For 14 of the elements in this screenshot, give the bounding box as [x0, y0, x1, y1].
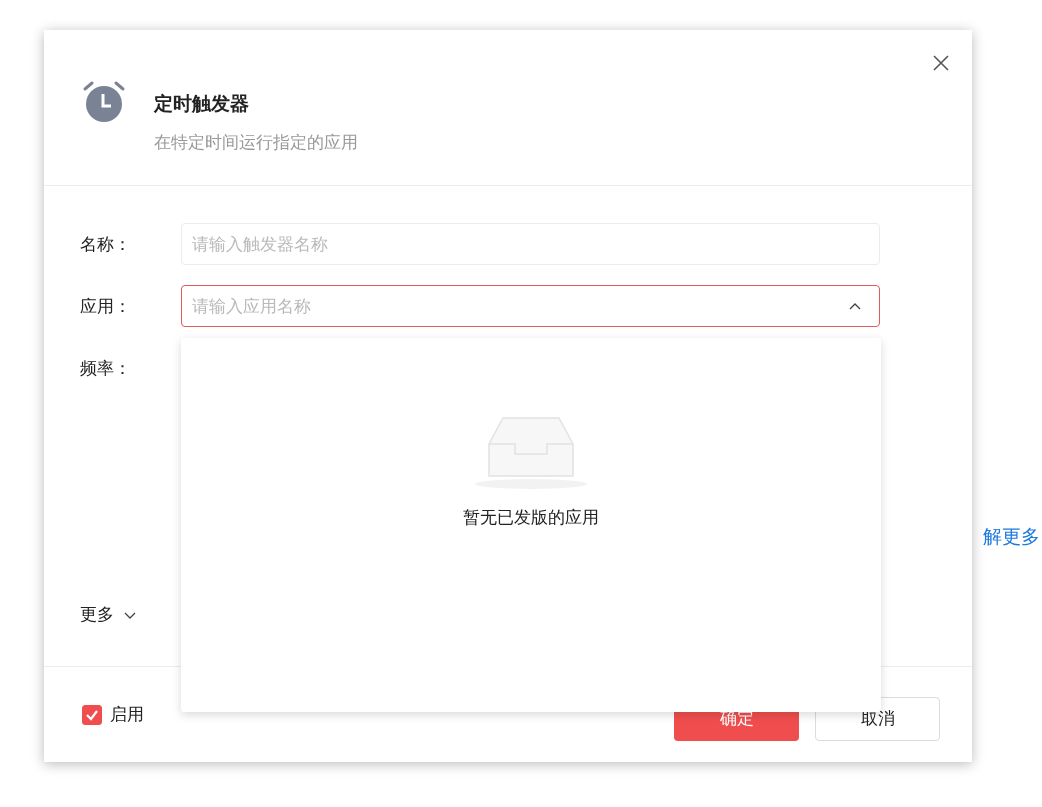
- more-toggle[interactable]: 更多: [80, 603, 136, 626]
- name-input-field[interactable]: 请输入触发器名称: [181, 223, 880, 265]
- dialog-subtitle: 在特定时间运行指定的应用: [154, 131, 358, 154]
- empty-message: 暂无已发版的应用: [463, 506, 599, 529]
- enable-checkbox[interactable]: [82, 704, 102, 725]
- learn-more-link[interactable]: 解更多: [983, 524, 1040, 550]
- app-select-field[interactable]: 请输入应用名称: [181, 285, 880, 327]
- close-icon[interactable]: [932, 54, 950, 72]
- field-label: 名称：: [80, 233, 132, 256]
- dialog-title: 定时触发器: [154, 91, 250, 116]
- field-label: 应用：: [80, 295, 132, 318]
- checkbox-label: 启用: [110, 703, 144, 726]
- field-label: 频率：: [80, 357, 132, 380]
- alarm-clock-icon: [82, 80, 126, 124]
